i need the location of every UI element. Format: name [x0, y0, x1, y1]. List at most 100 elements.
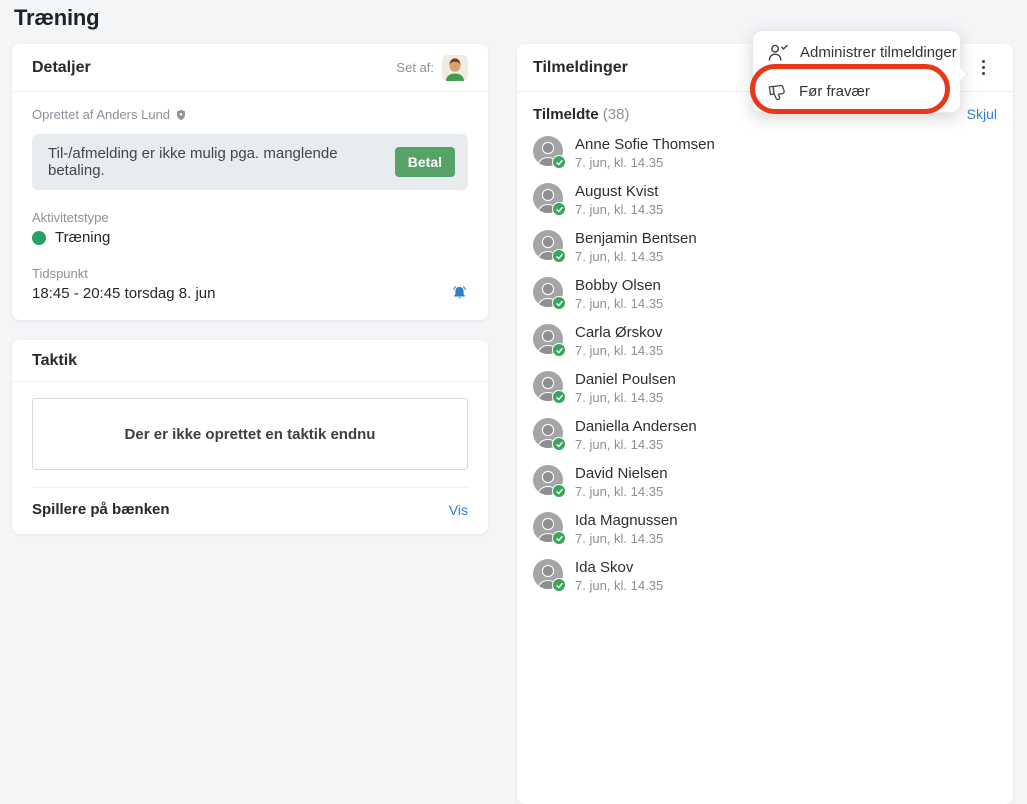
- activity-type-label: Aktivitetstype: [32, 210, 468, 225]
- list-item[interactable]: Anne Sofie Thomsen 7. jun, kl. 14.35: [517, 129, 1013, 176]
- registered-count: (38): [603, 106, 630, 123]
- menu-item-record-absence[interactable]: Før fravær: [753, 72, 960, 111]
- menu-item-administer-registrations[interactable]: Administrer tilmeldinger: [753, 33, 960, 72]
- avatar: [533, 324, 563, 354]
- show-bench-link[interactable]: Vis: [449, 502, 468, 518]
- registrations-card: Tilmeldinger Tilmeldte (38) Skjul: [517, 44, 1013, 804]
- notification-bell-icon[interactable]: [451, 285, 468, 302]
- attendee-time: 7. jun, kl. 14.35: [575, 578, 663, 593]
- created-by-text: Oprettet af Anders Lund: [32, 107, 170, 122]
- avatar: [533, 371, 563, 401]
- details-card-body: Oprettet af Anders Lund Til-/afmelding e…: [12, 92, 488, 320]
- list-item[interactable]: Ida Skov 7. jun, kl. 14.35: [517, 552, 1013, 599]
- avatar: [533, 465, 563, 495]
- avatar: [533, 277, 563, 307]
- tactics-card: Taktik Der er ikke oprettet en taktik en…: [12, 340, 488, 534]
- activity-type-value: Træning: [55, 229, 110, 246]
- person-check-icon: [767, 43, 788, 62]
- attendee-time: 7. jun, kl. 14.35: [575, 343, 663, 358]
- page-title: Træning: [14, 5, 99, 31]
- activity-type-dot-icon: [32, 231, 46, 245]
- left-column: Detaljer Set af: Oprettet af Anders Lund: [12, 44, 488, 534]
- attendee-time: 7. jun, kl. 14.35: [575, 249, 697, 264]
- attendee-text: Ida Magnussen 7. jun, kl. 14.35: [575, 512, 678, 546]
- check-badge-icon: [552, 390, 566, 404]
- attendee-time: 7. jun, kl. 14.35: [575, 531, 678, 546]
- check-badge-icon: [552, 531, 566, 545]
- avatar: [533, 512, 563, 542]
- payment-notice-text: Til-/afmelding er ikke mulig pga. mangle…: [48, 145, 395, 179]
- kebab-menu-icon[interactable]: [978, 55, 990, 81]
- list-item[interactable]: Daniel Poulsen 7. jun, kl. 14.35: [517, 364, 1013, 411]
- thumbs-down-icon: [766, 80, 789, 103]
- pay-button[interactable]: Betal: [395, 147, 455, 177]
- registered-label: Tilmeldte: [533, 106, 599, 123]
- tactics-card-body: Der er ikke oprettet en taktik endnu Spi…: [12, 382, 488, 534]
- hide-list-link[interactable]: Skjul: [967, 106, 997, 122]
- tactics-card-header: Taktik: [12, 340, 488, 382]
- check-badge-icon: [552, 296, 566, 310]
- check-badge-icon: [552, 437, 566, 451]
- list-item[interactable]: Ida Magnussen 7. jun, kl. 14.35: [517, 505, 1013, 552]
- avatar: [533, 559, 563, 589]
- shield-icon: [175, 109, 187, 121]
- check-badge-icon: [552, 202, 566, 216]
- check-badge-icon: [552, 343, 566, 357]
- attendee-time: 7. jun, kl. 14.35: [575, 296, 663, 311]
- registered-label-row: Tilmeldte (38): [533, 106, 629, 123]
- menu-item-label: Administrer tilmeldinger: [800, 44, 957, 61]
- attendee-name: Benjamin Bentsen: [575, 230, 697, 248]
- attendee-time: 7. jun, kl. 14.35: [575, 484, 668, 499]
- attendee-text: Bobby Olsen 7. jun, kl. 14.35: [575, 277, 663, 311]
- attendee-text: Carla Ørskov 7. jun, kl. 14.35: [575, 324, 663, 358]
- attendee-time: 7. jun, kl. 14.35: [575, 390, 676, 405]
- list-item[interactable]: Bobby Olsen 7. jun, kl. 14.35: [517, 270, 1013, 317]
- seen-by[interactable]: Set af:: [396, 55, 468, 81]
- attendee-time: 7. jun, kl. 14.35: [575, 202, 663, 217]
- attendee-time: 7. jun, kl. 14.35: [575, 437, 697, 452]
- list-item[interactable]: David Nielsen 7. jun, kl. 14.35: [517, 458, 1013, 505]
- check-badge-icon: [552, 578, 566, 592]
- attendee-name: Carla Ørskov: [575, 324, 663, 342]
- payment-notice: Til-/afmelding er ikke mulig pga. mangle…: [32, 134, 468, 190]
- check-badge-icon: [552, 249, 566, 263]
- context-menu: Administrer tilmeldinger Før fravær: [752, 30, 961, 113]
- check-badge-icon: [552, 484, 566, 498]
- attendee-name: Bobby Olsen: [575, 277, 663, 295]
- avatar: [442, 55, 468, 81]
- attendee-name: Daniella Andersen: [575, 418, 697, 436]
- avatar: [533, 183, 563, 213]
- avatar: [533, 136, 563, 166]
- list-item[interactable]: Carla Ørskov 7. jun, kl. 14.35: [517, 317, 1013, 364]
- details-card-title: Detaljer: [32, 59, 91, 77]
- created-by: Oprettet af Anders Lund: [32, 107, 468, 122]
- bench-label: Spillere på bænken: [32, 501, 170, 518]
- attendee-text: Benjamin Bentsen 7. jun, kl. 14.35: [575, 230, 697, 264]
- registrations-card-title: Tilmeldinger: [533, 59, 628, 77]
- list-item[interactable]: August Kvist 7. jun, kl. 14.35: [517, 176, 1013, 223]
- attendee-text: August Kvist 7. jun, kl. 14.35: [575, 183, 663, 217]
- attendee-time: 7. jun, kl. 14.35: [575, 155, 715, 170]
- right-column: Tilmeldinger Tilmeldte (38) Skjul: [517, 44, 1013, 804]
- time-value: 18:45 - 20:45 torsdag 8. jun: [32, 285, 215, 302]
- check-badge-icon: [552, 155, 566, 169]
- time-label: Tidspunkt: [32, 266, 468, 281]
- avatar: [533, 230, 563, 260]
- attendee-name: Daniel Poulsen: [575, 371, 676, 389]
- attendee-text: Daniel Poulsen 7. jun, kl. 14.35: [575, 371, 676, 405]
- tactics-card-title: Taktik: [32, 352, 77, 370]
- attendee-text: Ida Skov 7. jun, kl. 14.35: [575, 559, 663, 593]
- attendee-name: Ida Skov: [575, 559, 663, 577]
- attendee-name: Anne Sofie Thomsen: [575, 136, 715, 154]
- menu-item-label: Før fravær: [799, 83, 870, 100]
- attendee-text: Anne Sofie Thomsen 7. jun, kl. 14.35: [575, 136, 715, 170]
- attendee-name: David Nielsen: [575, 465, 668, 483]
- attendee-name: August Kvist: [575, 183, 663, 201]
- list-item[interactable]: Daniella Andersen 7. jun, kl. 14.35: [517, 411, 1013, 458]
- attendee-text: Daniella Andersen 7. jun, kl. 14.35: [575, 418, 697, 452]
- attendee-list: Anne Sofie Thomsen 7. jun, kl. 14.35 Aug…: [517, 129, 1013, 599]
- seen-by-label: Set af:: [396, 60, 434, 75]
- attendee-text: David Nielsen 7. jun, kl. 14.35: [575, 465, 668, 499]
- list-item[interactable]: Benjamin Bentsen 7. jun, kl. 14.35: [517, 223, 1013, 270]
- activity-type-value-row: Træning: [32, 229, 468, 246]
